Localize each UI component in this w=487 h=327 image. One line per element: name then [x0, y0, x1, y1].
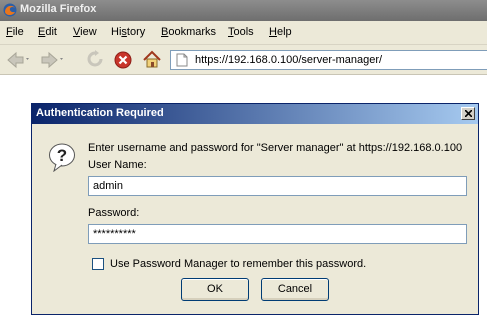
close-icon	[465, 110, 472, 117]
svg-text:?: ?	[57, 146, 67, 165]
close-button[interactable]	[461, 107, 475, 120]
remember-password-checkbox[interactable]	[92, 258, 104, 270]
authentication-dialog: Authentication Required ? Enter username…	[31, 103, 479, 315]
navigation-toolbar: https://192.168.0.100/server-manager/	[0, 45, 487, 75]
password-label: Password:	[88, 207, 140, 219]
back-icon[interactable]	[6, 50, 32, 73]
password-field[interactable]: **********	[88, 224, 467, 244]
home-icon[interactable]	[142, 50, 162, 73]
url-input[interactable]: https://192.168.0.100/server-manager/	[170, 50, 487, 70]
remember-password-label[interactable]: Use Password Manager to remember this pa…	[110, 258, 366, 270]
page-icon	[176, 53, 188, 70]
dialog-title: Authentication Required	[36, 107, 164, 119]
reload-icon[interactable]	[86, 50, 104, 73]
menu-bookmarks[interactable]: Bookmarks	[161, 26, 216, 38]
username-label: User Name:	[88, 159, 147, 171]
menu-history[interactable]: History	[111, 26, 145, 38]
auth-prompt: Enter username and password for "Server …	[88, 142, 463, 154]
dialog-titlebar: Authentication Required	[32, 104, 478, 124]
menu-edit[interactable]: Edit	[38, 26, 57, 38]
stop-icon[interactable]	[114, 50, 132, 73]
window-title: Mozilla Firefox	[20, 3, 97, 15]
cancel-button[interactable]: Cancel	[261, 278, 329, 301]
ok-button[interactable]: OK	[181, 278, 249, 301]
firefox-icon	[3, 3, 17, 20]
forward-icon[interactable]	[40, 50, 66, 73]
url-text: https://192.168.0.100/server-manager/	[195, 54, 383, 66]
menu-view[interactable]: View	[73, 26, 97, 38]
menu-tools[interactable]: Tools	[228, 26, 254, 38]
menu-help[interactable]: Help	[269, 26, 292, 38]
menu-file[interactable]: File	[6, 26, 24, 38]
question-icon: ?	[48, 142, 76, 175]
window-titlebar: Mozilla Firefox	[0, 0, 487, 21]
menu-bar: File Edit View History Bookmarks Tools H…	[0, 21, 487, 45]
username-field[interactable]: admin	[88, 176, 467, 196]
